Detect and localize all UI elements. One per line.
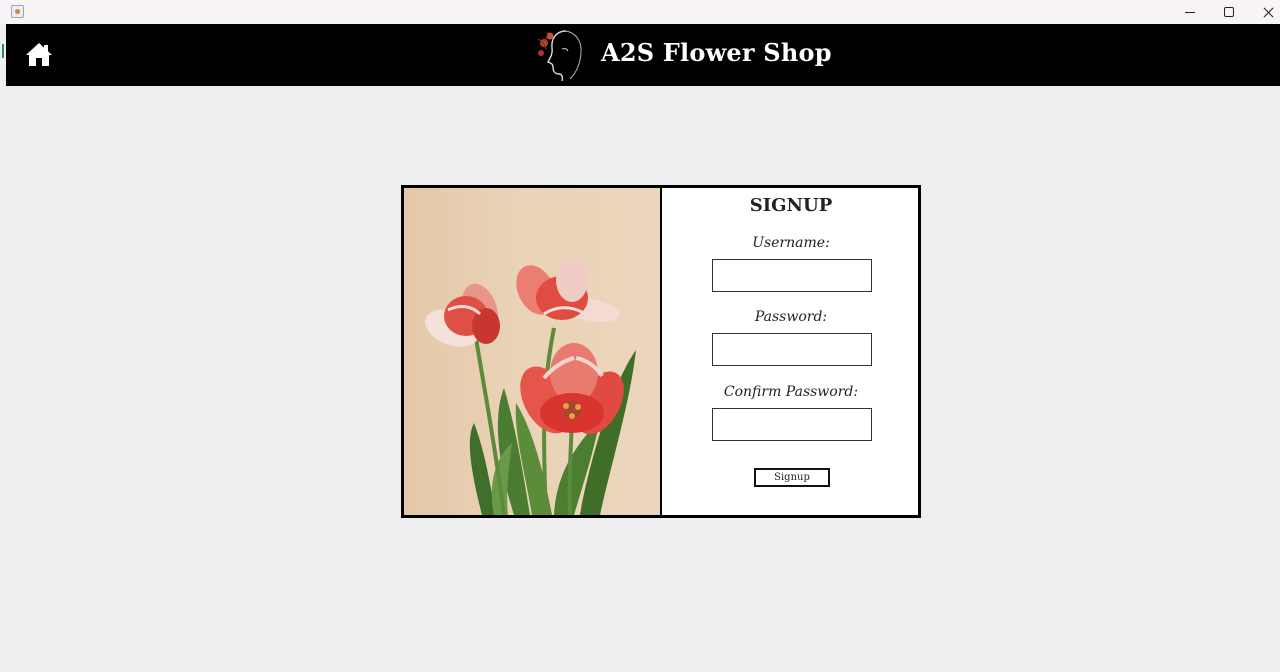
confirm-password-label: Confirm Password:: [723, 384, 859, 400]
red-white-tulips-photo: [425, 258, 636, 515]
window-titlebar: [0, 0, 1280, 24]
header-bar: A2S Flower Shop: [6, 24, 1280, 86]
password-label: Password:: [754, 309, 828, 325]
signup-form: SIGNUP Username: Password: Confirm Passw…: [664, 188, 918, 515]
woman-flower-logo: [537, 30, 582, 82]
signup-title: SIGNUP: [749, 195, 833, 216]
java-app-icon: [11, 5, 24, 18]
home-icon: [26, 43, 52, 66]
shop-logo: [532, 27, 590, 83]
password-input[interactable]: [712, 333, 872, 366]
close-button[interactable]: [1248, 0, 1280, 24]
username-label: Username:: [752, 235, 830, 251]
shop-title: A2S Flower Shop: [601, 38, 832, 67]
home-button[interactable]: [25, 41, 53, 68]
maximize-button[interactable]: [1209, 0, 1249, 24]
maximize-icon: [1224, 7, 1234, 17]
signup-button[interactable]: Signup: [754, 468, 830, 487]
signup-card: SIGNUP Username: Password: Confirm Passw…: [401, 185, 921, 518]
username-input[interactable]: [712, 259, 872, 292]
minimize-icon: [1185, 11, 1195, 13]
minimize-button[interactable]: [1170, 0, 1210, 24]
app-content: A2S Flower Shop SIGNUP Username: Passwor…: [6, 24, 1280, 672]
confirm-password-input[interactable]: [712, 408, 872, 441]
close-icon: [1263, 7, 1274, 18]
tulips-photo: [404, 188, 662, 515]
